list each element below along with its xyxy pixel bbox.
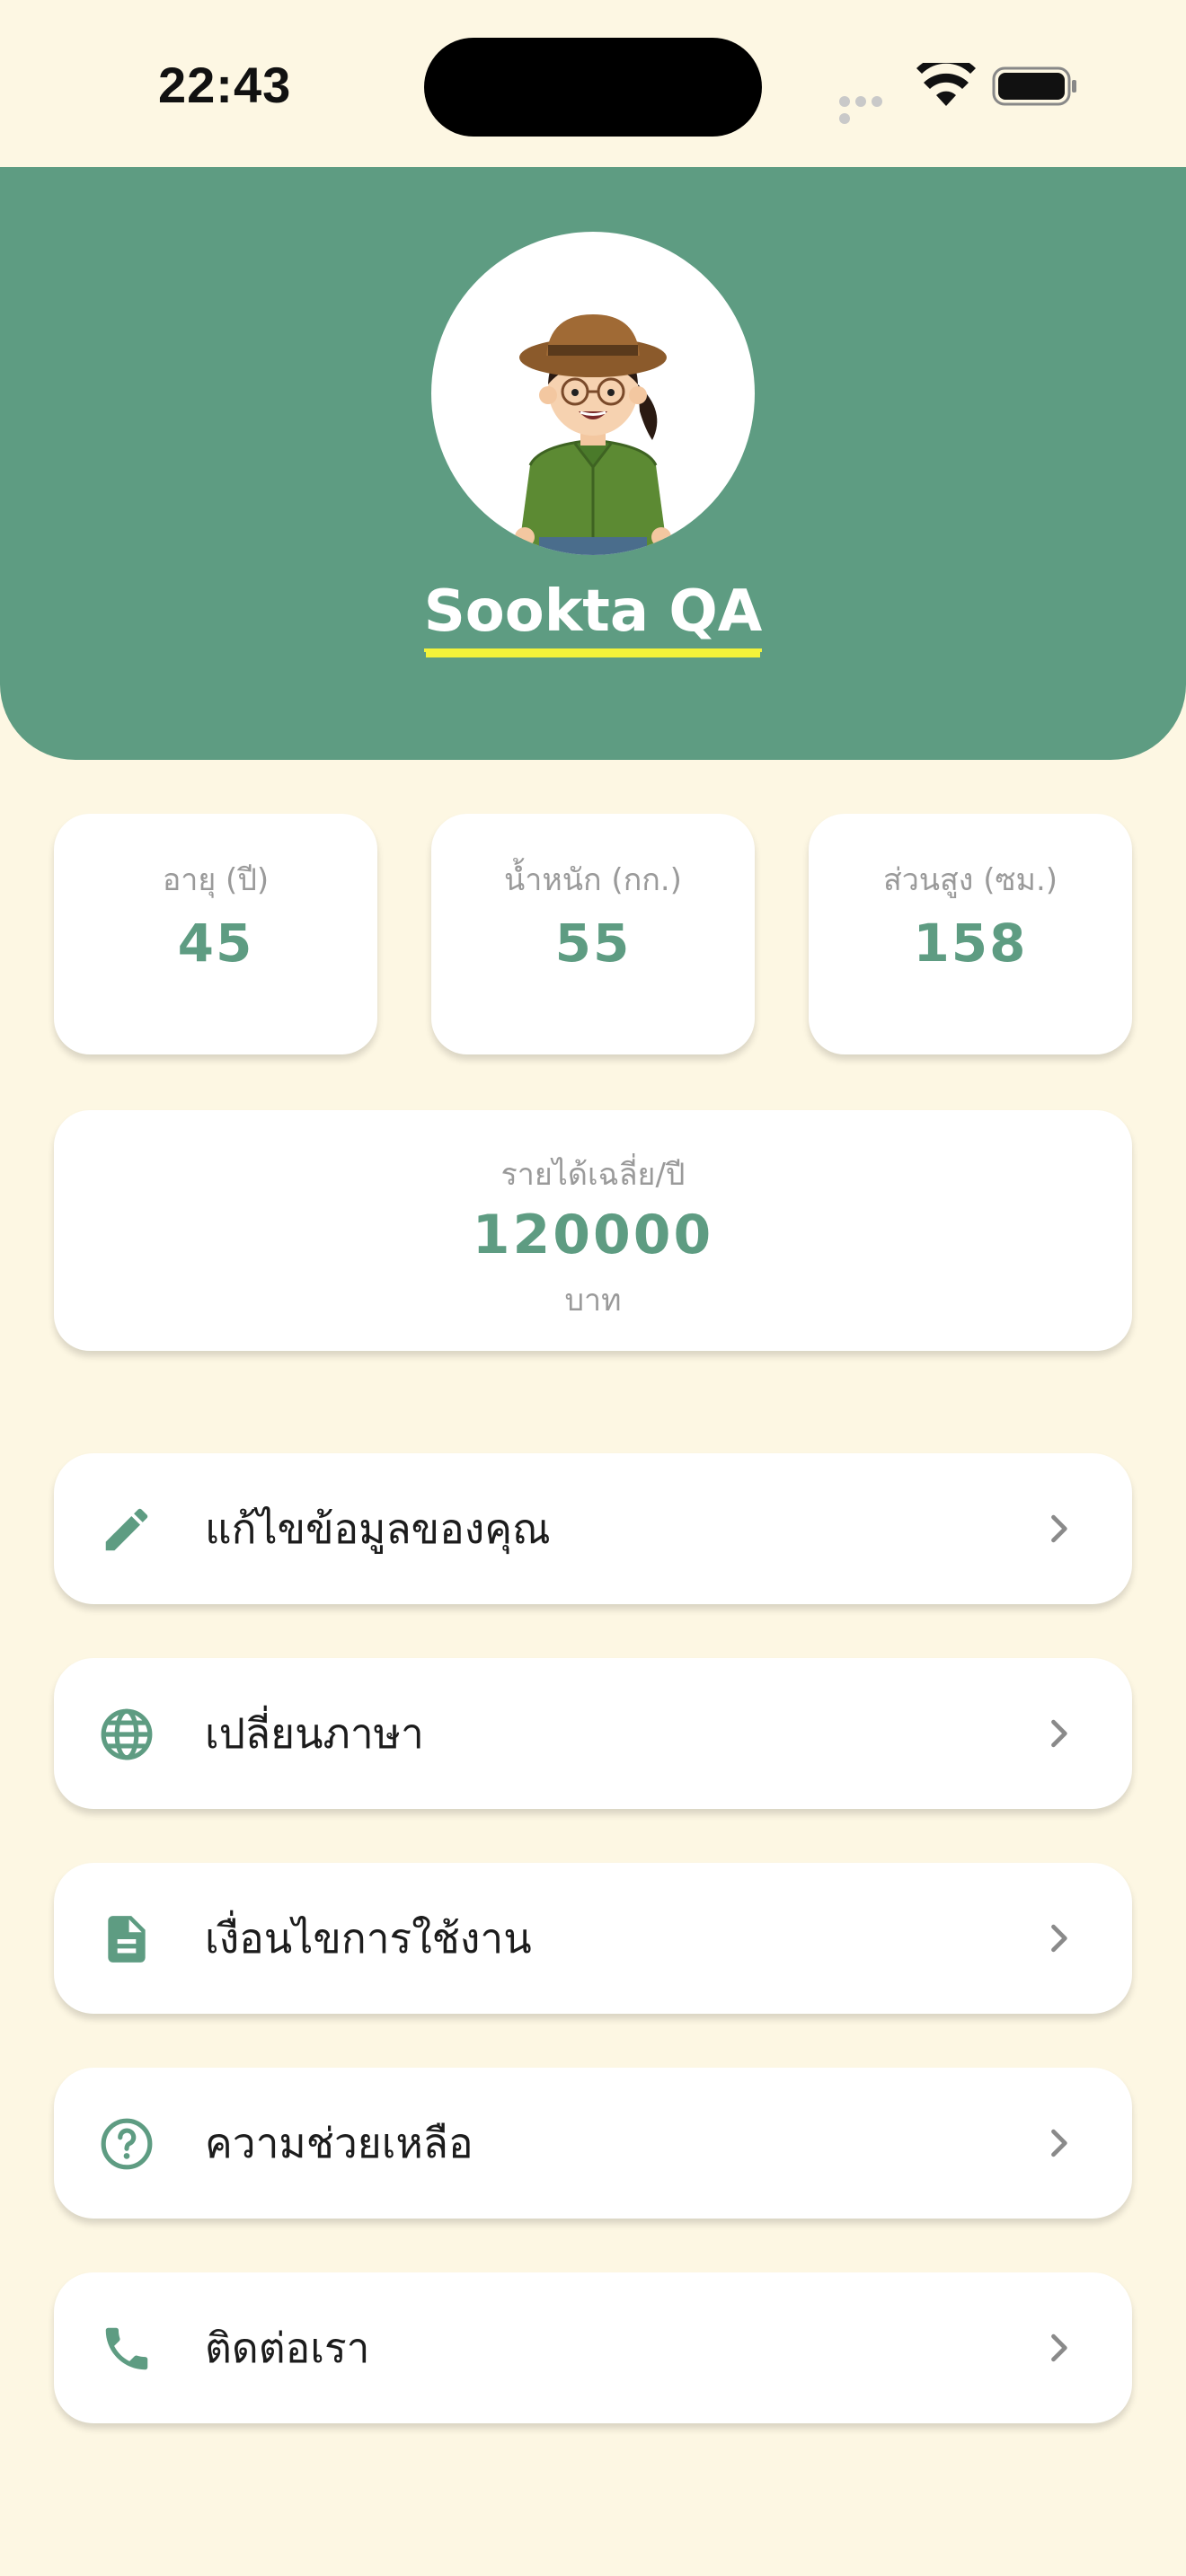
- profile-name-text: Sookta QA: [423, 578, 763, 652]
- weight-value: 55: [554, 913, 632, 974]
- menu-label-help: ความช่วยเหลือ: [205, 2119, 474, 2167]
- chevron-right-icon: [1051, 2333, 1067, 2362]
- income-unit: บาท: [564, 1283, 622, 1319]
- age-card: อายุ (ปี) 45: [54, 814, 377, 1054]
- chevron-right-icon: [1051, 1719, 1067, 1748]
- menu-terms-of-use[interactable]: เงื่อนไขการใช้งาน: [54, 1863, 1132, 2014]
- phone-icon: [105, 2327, 148, 2370]
- globe-icon: [101, 1708, 153, 1760]
- pencil-icon: [105, 1508, 148, 1551]
- height-value: 158: [913, 913, 1028, 974]
- menu-edit-profile[interactable]: แก้ไขข้อมูลของคุณ: [54, 1453, 1132, 1604]
- chevron-right-icon: [1051, 2129, 1067, 2157]
- income-card: รายได้เฉลี่ย/ปี 120000 บาท: [54, 1110, 1132, 1351]
- menu-label-change-language: เปลี่ยนภาษา: [205, 1709, 424, 1758]
- profile-screen: 22:43 Sookta QA อายุ (ปี) 45 น้ำหนัก (กก…: [0, 0, 1186, 2576]
- weight-card: น้ำหนัก (กก.) 55: [431, 814, 755, 1054]
- height-label: ส่วนสูง (ซม.): [882, 862, 1058, 898]
- age-value: 45: [177, 913, 254, 974]
- document-icon: [108, 1916, 146, 1963]
- chevron-right-icon: [1051, 1514, 1067, 1543]
- farmer-avatar-icon: [515, 314, 671, 555]
- status-time: 22:43: [158, 57, 292, 113]
- income-value: 120000: [472, 1204, 714, 1266]
- dynamic-island: [424, 38, 762, 137]
- menu-label-contact-us: ติดต่อเรา: [205, 2324, 370, 2372]
- help-circle-icon: [101, 2118, 153, 2170]
- wifi-icon: [916, 63, 976, 106]
- age-label: อายุ (ปี): [162, 862, 270, 898]
- profile-name: Sookta QA: [0, 578, 1186, 652]
- menu-help[interactable]: ความช่วยเหลือ: [54, 2068, 1132, 2219]
- battery-icon: [992, 66, 1076, 106]
- chevron-right-icon: [1051, 1924, 1067, 1953]
- status-bar: 22:43: [0, 0, 1186, 167]
- menu-label-terms-of-use: เงื่อนไขการใช้งาน: [205, 1914, 532, 1963]
- avatar[interactable]: [431, 232, 755, 555]
- weight-label: น้ำหนัก (กก.): [504, 862, 682, 898]
- income-label: รายได้เฉลี่ย/ปี: [500, 1157, 686, 1193]
- height-card: ส่วนสูง (ซม.) 158: [809, 814, 1132, 1054]
- menu-change-language[interactable]: เปลี่ยนภาษา: [54, 1658, 1132, 1809]
- profile-header: Sookta QA: [0, 167, 1186, 760]
- menu-label-edit-profile: แก้ไขข้อมูลของคุณ: [205, 1504, 551, 1553]
- menu-contact-us[interactable]: ติดต่อเรา: [54, 2272, 1132, 2423]
- cellular-signal-icon: [839, 93, 902, 124]
